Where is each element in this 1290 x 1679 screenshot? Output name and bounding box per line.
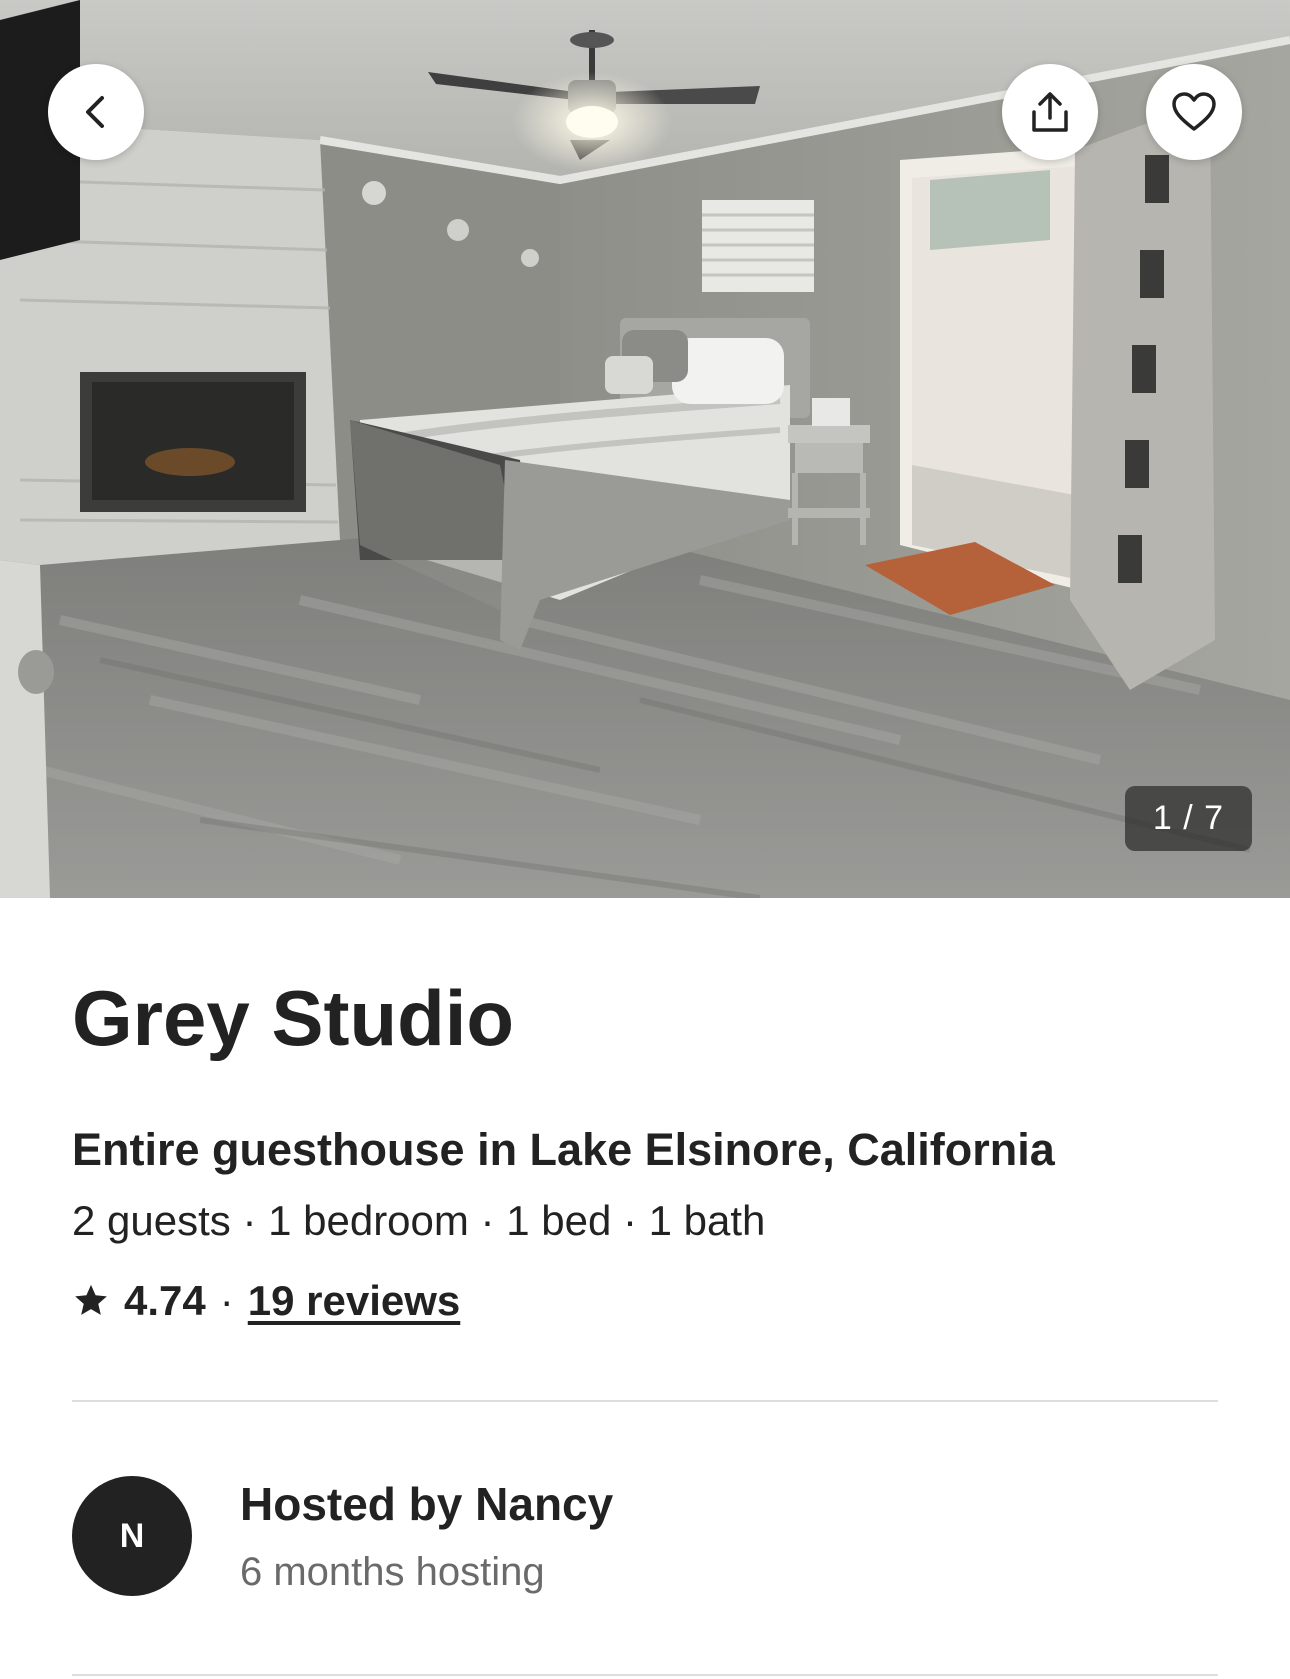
host-tenure: 6 months hosting xyxy=(240,1550,545,1594)
back-button[interactable] xyxy=(48,64,144,160)
reviews-link[interactable]: 19 reviews xyxy=(248,1274,461,1328)
host-title: Hosted by Nancy xyxy=(240,1478,614,1530)
heart-icon xyxy=(1172,92,1216,131)
listing-photo-carousel[interactable]: 1 / 7 xyxy=(0,0,1290,898)
listing-photo xyxy=(0,0,1290,898)
rating-row: 4.74 · 19 reviews xyxy=(72,1274,460,1328)
rating-separator: · xyxy=(219,1277,234,1324)
listing-page: 1 / 7 Grey Studio Entire guesthouse in L… xyxy=(0,0,1290,1679)
rating-value: 4.74 xyxy=(124,1277,206,1324)
listing-subtitle: Entire guesthouse in Lake Elsinore, Cali… xyxy=(72,1124,1055,1175)
share-icon xyxy=(1032,92,1068,132)
save-to-wishlist-button[interactable] xyxy=(1146,64,1242,160)
star-icon xyxy=(75,1284,107,1315)
chevron-left-icon xyxy=(86,96,104,128)
share-button[interactable] xyxy=(1002,64,1098,160)
listing-title: Grey Studio xyxy=(72,974,515,1062)
host-avatar[interactable]: N xyxy=(72,1476,192,1596)
listing-details: 2 guests · 1 bedroom · 1 bed · 1 bath xyxy=(72,1197,766,1244)
section-divider xyxy=(72,1674,1218,1676)
section-divider xyxy=(72,1400,1218,1402)
photo-counter-badge: 1 / 7 xyxy=(1125,786,1252,851)
